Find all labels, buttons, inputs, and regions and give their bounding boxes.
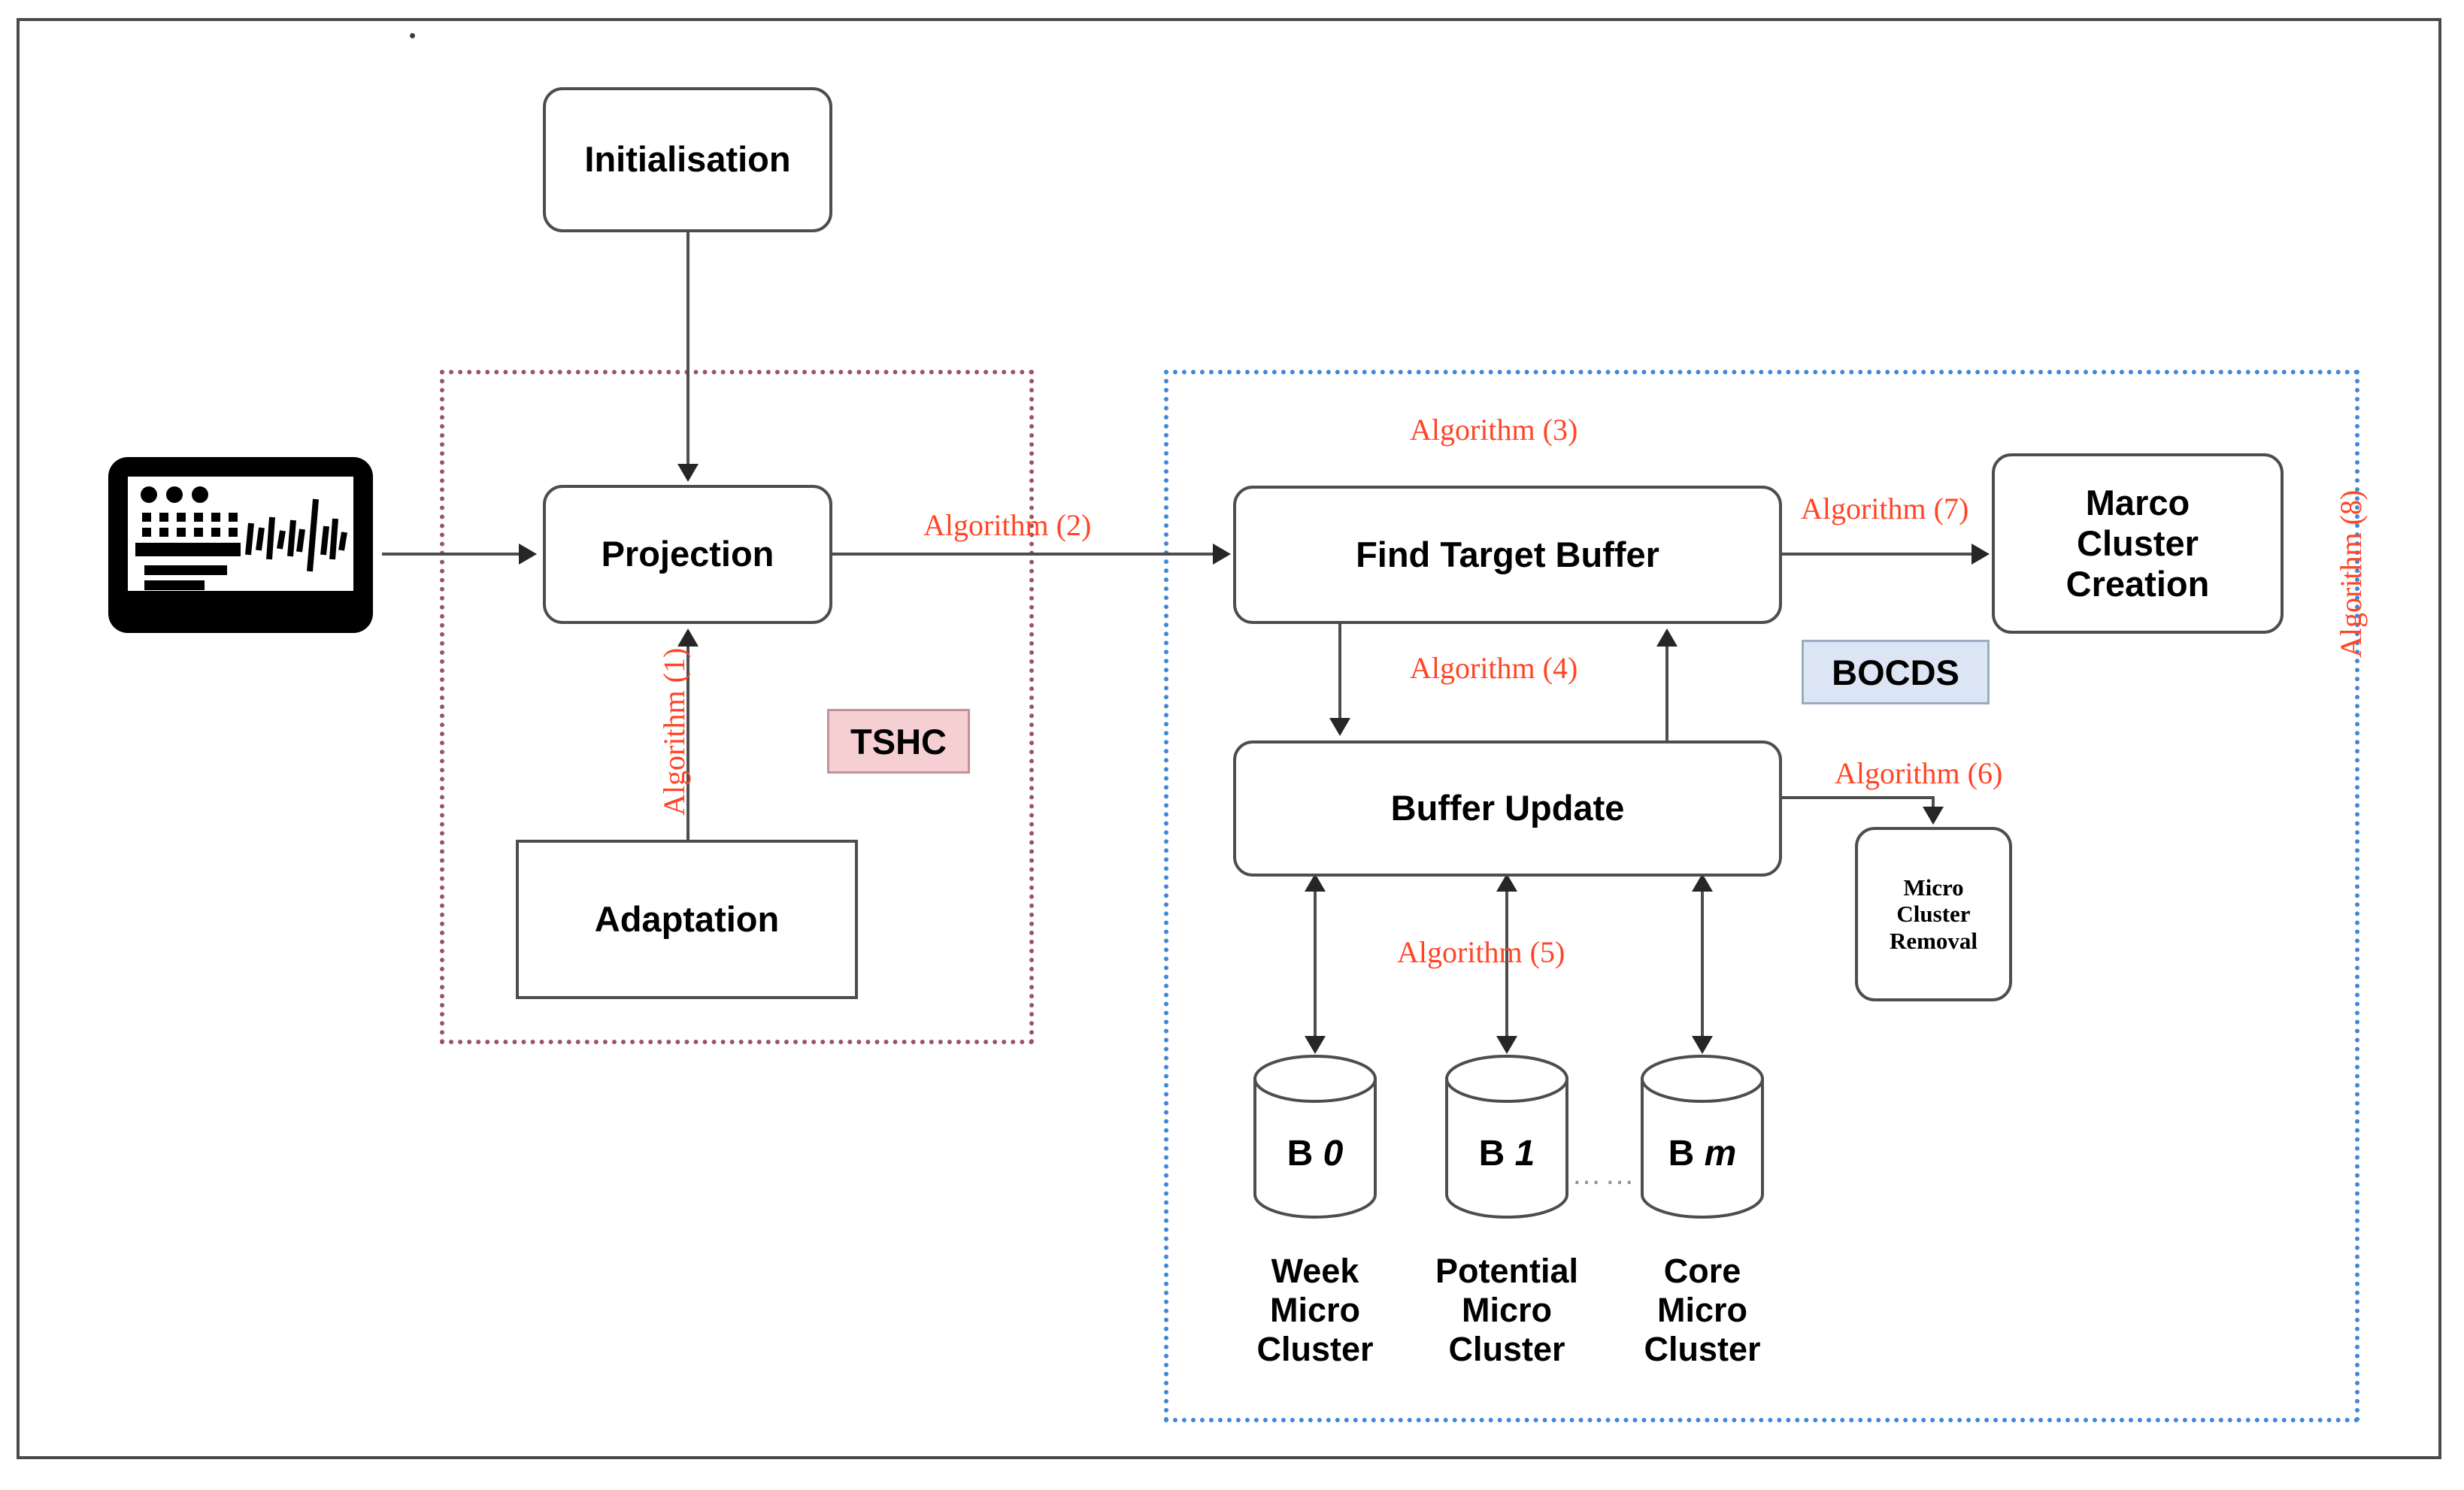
connector-buffer-update-to-bm (1701, 887, 1704, 1040)
arrowhead-buffer-update-to-b0 (1305, 1036, 1326, 1054)
node-adaptation-label: Adaptation (594, 898, 780, 939)
arrowhead-buffer-update-to-find-target (1656, 628, 1678, 647)
arrowhead-find-target-to-marco (1972, 544, 1990, 565)
node-marco-cluster-creation[interactable]: Marco Cluster Creation (1992, 453, 2284, 634)
legend-chip-bocds-label: BOCDS (1832, 652, 1959, 692)
node-buffer-update-label: Buffer Update (1390, 788, 1625, 828)
connector-projection-to-find-target (832, 553, 1216, 556)
node-initialisation-label: Initialisation (584, 139, 791, 180)
algorithm-label-6: Algorithm (6) (1835, 756, 2003, 790)
buffer-cylinder-bm-text: B m (1639, 1133, 1765, 1174)
algorithm-label-5: Algorithm (5) (1397, 935, 1565, 969)
buffer-series-ellipsis: …… (1571, 1158, 1638, 1191)
buffer-cylinder-b0-text: B 0 (1252, 1133, 1378, 1174)
algorithm-label-3: Algorithm (3) (1410, 413, 1578, 447)
arrowhead-buffer-update-to-b1 (1496, 1036, 1517, 1054)
node-find-target-buffer[interactable]: Find Target Buffer (1233, 486, 1782, 624)
data-stream-monitor-icon (105, 454, 376, 636)
node-micro-cluster-removal-label: Micro Cluster Removal (1889, 874, 1978, 954)
node-micro-cluster-removal[interactable]: Micro Cluster Removal (1855, 827, 2012, 1001)
arrowhead-initialisation-to-projection (677, 464, 699, 482)
connector-buffer-update-to-b0 (1314, 887, 1317, 1040)
buffer-cylinder-bm[interactable]: B m (1639, 1055, 1765, 1219)
connector-find-target-to-buffer-update (1338, 624, 1341, 719)
legend-chip-tshc-label: TSHC (850, 721, 947, 762)
arrowhead-adaptation-to-projection (677, 628, 699, 647)
buffer-bm-prefix: B (1668, 1134, 1695, 1174)
buffer-caption-b1: Potential Micro Cluster (1435, 1252, 1579, 1369)
buffer-caption-b0: Week Micro Cluster (1256, 1252, 1374, 1369)
arrowhead-source-to-projection (519, 544, 537, 565)
buffer-b1-index: 1 (1514, 1134, 1535, 1174)
node-initialisation[interactable]: Initialisation (543, 87, 832, 232)
buffer-b1-prefix: B (1478, 1134, 1505, 1174)
arrowhead-find-target-to-buffer-update (1329, 718, 1350, 736)
arrowhead-buffer-update-to-micro-removal (1923, 807, 1944, 825)
buffer-bm-index: m (1704, 1134, 1737, 1174)
arrowhead-buffer-update-to-bm (1692, 1036, 1713, 1054)
legend-chip-bocds: BOCDS (1802, 640, 1990, 704)
buffer-cylinder-b1-text: B 1 (1444, 1133, 1570, 1174)
buffer-cylinder-b0[interactable]: B 0 (1252, 1055, 1378, 1219)
node-adaptation[interactable]: Adaptation (516, 840, 858, 999)
node-find-target-buffer-label: Find Target Buffer (1356, 534, 1659, 574)
connector-find-target-to-marco (1782, 553, 1975, 556)
node-projection[interactable]: Projection (543, 485, 832, 624)
buffer-b0-index: 0 (1323, 1134, 1344, 1174)
algorithm-label-1: Algorithm (1) (657, 647, 691, 816)
node-buffer-update[interactable]: Buffer Update (1233, 740, 1782, 877)
algorithm-label-2: Algorithm (2) (923, 508, 1092, 542)
connector-buffer-update-to-micro-removal (1782, 796, 1935, 799)
algorithm-label-8: Algorithm (8) (2334, 489, 2368, 658)
legend-chip-tshc: TSHC (827, 709, 970, 774)
connector-buffer-update-to-find-target (1665, 645, 1668, 740)
node-projection-label: Projection (601, 534, 774, 574)
stray-dot-mark (410, 33, 415, 38)
connector-initialisation-to-projection (686, 232, 689, 465)
buffer-cylinder-b1[interactable]: B 1 (1444, 1055, 1570, 1219)
algorithm-label-7: Algorithm (7) (1801, 492, 1969, 525)
diagram-canvas: Initialisation Projection Adaptation Fin… (0, 0, 2464, 1490)
arrowhead-projection-to-find-target (1213, 544, 1231, 565)
buffer-b0-prefix: B (1287, 1134, 1314, 1174)
connector-source-to-projection (382, 553, 522, 556)
buffer-caption-bm: Core Micro Cluster (1644, 1252, 1761, 1369)
node-marco-cluster-creation-label: Marco Cluster Creation (2065, 482, 2210, 604)
algorithm-label-4: Algorithm (4) (1410, 651, 1578, 685)
